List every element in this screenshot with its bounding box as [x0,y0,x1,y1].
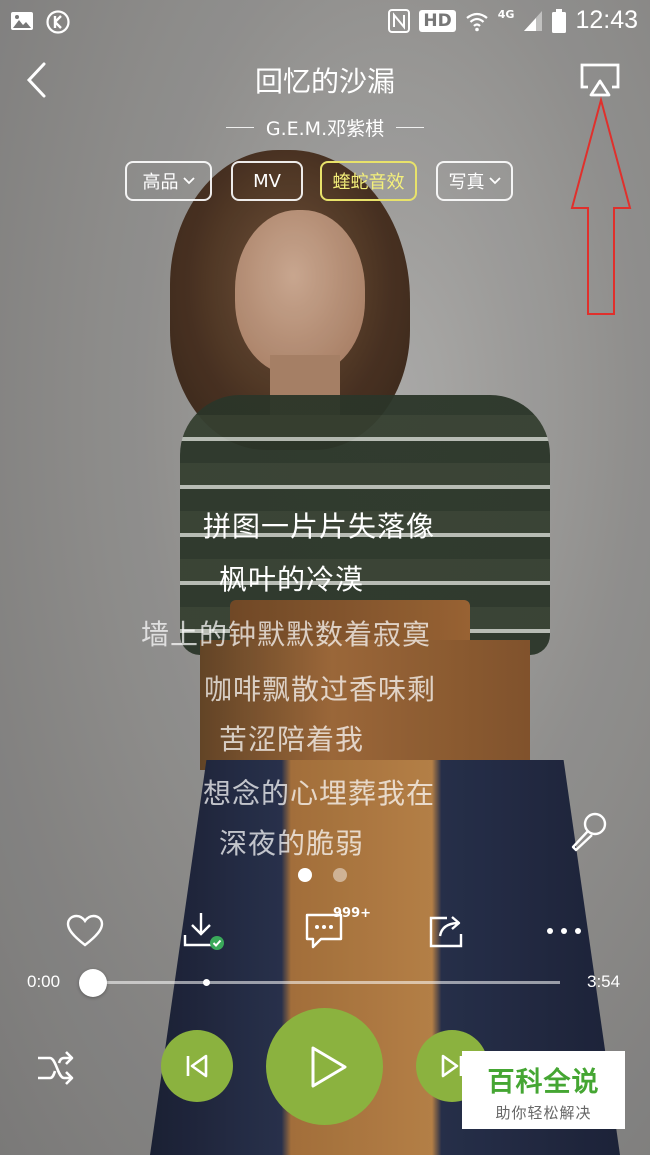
page-dot-active [298,868,312,882]
clock: 12:43 [575,6,638,34]
favorite-button[interactable] [62,908,108,954]
chevron-down-icon [488,177,501,185]
page-dot [333,868,347,882]
lyric-line: 深夜的脆弱 [219,827,365,860]
divider [396,127,425,128]
annotation-arrow-icon [570,96,632,315]
mv-tag[interactable]: MV [231,161,303,201]
divider [225,127,254,128]
watermark-title: 百科全说 [487,1067,600,1098]
tag-row: 高品 MV 蝰蛇音效 写真 [0,161,650,201]
download-icon [183,913,224,950]
nfc-icon [388,8,411,33]
chevron-down-icon [182,177,195,185]
tag-label: 高品 [142,172,179,193]
more-icon [547,928,581,934]
microphone-icon[interactable] [568,810,610,852]
total-time: 3:54 [587,972,621,991]
buffer-marker [203,979,210,986]
page-indicator [298,868,347,882]
progress-thumb[interactable] [79,969,107,997]
more-button[interactable] [543,908,585,954]
download-button[interactable] [180,908,228,954]
heart-icon [66,914,104,947]
status-bar: HD 4G 12:43 [0,0,650,44]
previous-button[interactable] [161,1030,233,1102]
battery-icon [552,8,567,33]
kugou-icon [46,10,70,34]
share-icon [429,916,463,948]
gallery-icon [11,12,33,30]
cast-icon[interactable] [578,62,622,98]
signal-icon [524,10,543,31]
lyric-line: 苦涩陪着我 [219,723,365,756]
tag-label: 写真 [448,172,485,193]
watermark-subtitle: 助你轻松解决 [495,1104,592,1122]
artist-row: G.E.M.邓紫棋 [0,114,650,141]
wifi-icon [466,12,488,31]
watermark: 百科全说 助你轻松解决 [462,1051,625,1129]
photo-tag[interactable]: 写真 [436,161,513,201]
artist-name[interactable]: G.E.M.邓紫棋 [266,114,384,141]
lyric-line: 墙上的钟默默数着寂寞 [141,618,432,651]
lyric-line: 想念的心埋葬我在 [203,777,436,810]
tag-label: MV [253,170,281,192]
comment-count-badge: 999+ [333,906,372,921]
viper-sound-effect-tag[interactable]: 蝰蛇音效 [320,161,417,201]
play-button[interactable] [266,1008,383,1125]
current-time: 0:00 [27,972,61,991]
lyric-line: 枫叶的冷漠 [219,563,365,596]
lyric-line: 咖啡飘散过香味剩 [204,673,437,706]
play-icon [311,1046,346,1087]
skip-previous-icon [186,1054,208,1078]
share-button[interactable] [426,908,468,954]
song-title: 回忆的沙漏 [254,65,395,98]
hd-badge: HD [419,9,456,32]
network-type: 4G [497,8,515,21]
tag-label: 蝰蛇音效 [332,172,405,193]
lyric-line: 拼图一片片失落像 [203,510,436,543]
play-mode-button[interactable] [36,1050,76,1086]
progress-track[interactable] [92,981,560,984]
quality-tag[interactable]: 高品 [125,161,212,201]
